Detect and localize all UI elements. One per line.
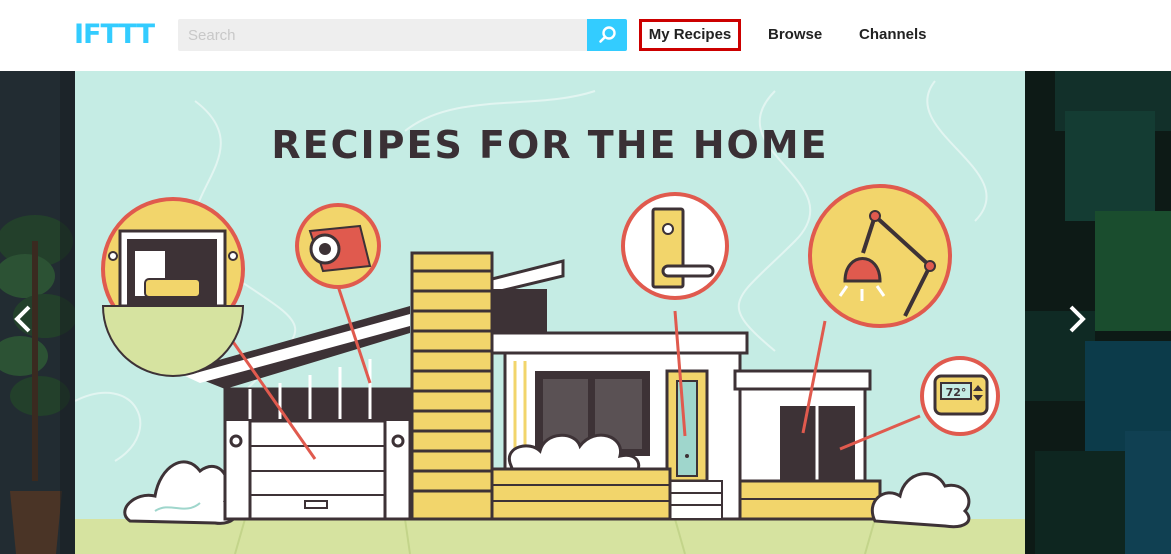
next-slide-preview	[1025, 71, 1171, 554]
carousel-prev-button[interactable]	[8, 301, 38, 337]
nav-channels[interactable]: Channels	[859, 19, 927, 51]
search-button[interactable]	[587, 19, 627, 51]
chevron-right-icon	[1069, 305, 1086, 333]
slide-recipes-for-the-home[interactable]: RECIPES FOR THE HOME 72°	[74, 71, 1025, 554]
nav-my-recipes[interactable]: My Recipes	[639, 19, 741, 51]
thermostat-reading: 72°	[946, 386, 967, 399]
next-slide-image	[1025, 71, 1171, 554]
carousel-next-button[interactable]	[1062, 301, 1092, 337]
search-bar	[178, 19, 627, 51]
ifttt-logo[interactable]: IFTTT	[74, 20, 155, 50]
nav-browse[interactable]: Browse	[768, 19, 822, 51]
header: IFTTT My Recipes Browse Channels	[0, 0, 1171, 71]
magnifier-icon	[599, 26, 616, 43]
search-input[interactable]	[178, 19, 587, 51]
home-illustration: RECIPES FOR THE HOME 72°	[74, 71, 1025, 554]
chevron-left-icon	[14, 305, 31, 333]
slide-title: RECIPES FOR THE HOME	[271, 123, 828, 167]
hero-carousel: RECIPES FOR THE HOME 72°	[0, 71, 1171, 554]
